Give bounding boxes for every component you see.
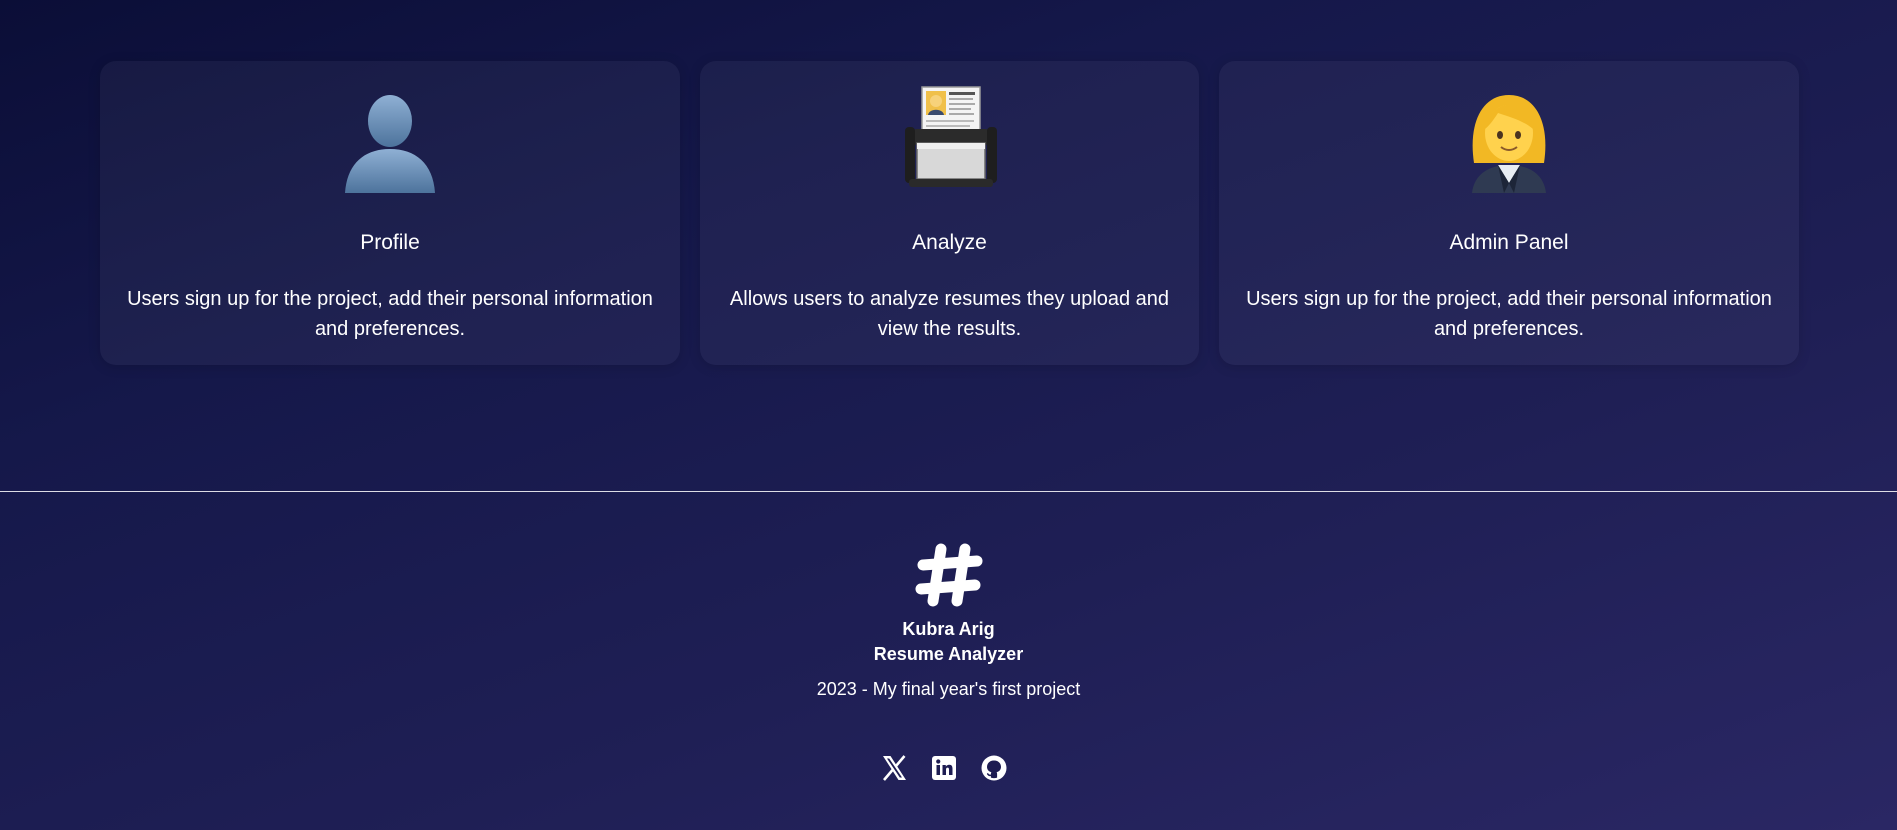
x-twitter-icon[interactable] [879,753,909,783]
github-icon[interactable] [979,753,1009,783]
feature-card-analyze: Analyze Allows users to analyze resumes … [700,61,1199,365]
feature-card-admin-panel: Admin Panel Users sign up for the projec… [1219,61,1799,365]
hash-logo-icon [915,541,983,609]
woman-office-worker-icon [1454,83,1564,193]
footer: Kubra Arig Resume Analyzer 2023 - My fin… [0,492,1897,830]
footer-tagline: 2023 - My final year's first project [816,679,1081,699]
resume-scanner-icon [895,83,1005,193]
feature-description: Users sign up for the project, add their… [127,288,653,340]
feature-title: Profile [360,231,420,254]
features-section: Profile Users sign up for the project, a… [100,61,1800,365]
feature-title: Analyze [912,231,987,254]
bust-in-silhouette-icon [335,83,445,193]
social-links [879,753,1019,783]
linkedin-icon[interactable] [929,753,959,783]
feature-description: Users sign up for the project, add their… [1246,288,1772,340]
feature-title: Admin Panel [1449,231,1569,254]
footer-product-name: Resume Analyzer [873,644,1024,664]
footer-author-name: Kubra Arig [902,619,995,639]
feature-card-profile: Profile Users sign up for the project, a… [100,61,680,365]
feature-description: Allows users to analyze resumes they upl… [729,288,1170,340]
